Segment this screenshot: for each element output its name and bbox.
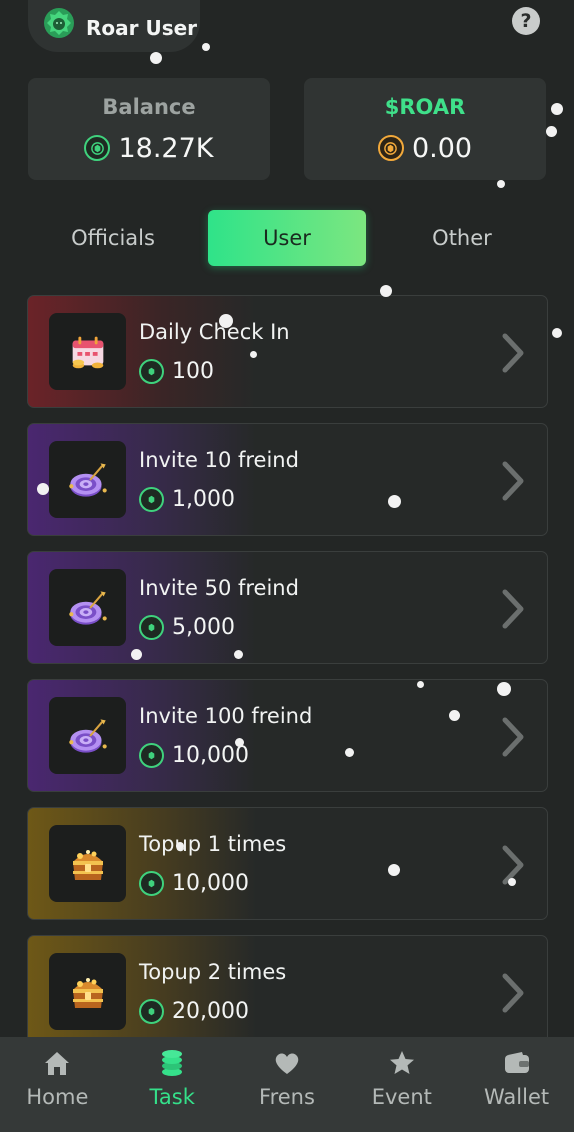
nav-wallet[interactable]: Wallet [459, 1037, 574, 1132]
roar-token-card: $ROAR 0.00 [304, 78, 546, 180]
snow-dot [497, 180, 505, 188]
chevron-right-icon [502, 333, 524, 373]
nav-event[interactable]: Event [344, 1037, 459, 1132]
snow-dot [380, 285, 392, 297]
task-title: Daily Check In [139, 320, 290, 344]
task-reward: 10,000 [139, 871, 249, 896]
snow-dot [497, 682, 511, 696]
task-list: Daily Check In 100 Invite 10 freind 1,00… [27, 295, 548, 1063]
roar-point-coin-icon [84, 135, 111, 161]
coins-stack-icon [157, 1049, 187, 1077]
task-title: Invite 50 freind [139, 576, 299, 600]
tab-user[interactable]: User [208, 210, 366, 266]
roar-point-coin-icon [139, 871, 164, 896]
snow-dot [219, 314, 233, 328]
chevron-right-icon [502, 973, 524, 1013]
snow-dot [508, 878, 516, 886]
task-reward: 10,000 [139, 743, 249, 768]
task-page: Roar User ? Balance 18.27K $ROAR 0.00 Of… [0, 0, 574, 1132]
snow-dot [388, 495, 401, 508]
task-card-invite-10[interactable]: Invite 10 freind 1,000 [27, 423, 548, 536]
task-card-invite-100[interactable]: Invite 100 freind 10,000 [27, 679, 548, 792]
chevron-right-icon [502, 589, 524, 629]
task-card-topup-1[interactable]: Topup 1 times 10,000 [27, 807, 548, 920]
tab-other[interactable]: Other [378, 210, 546, 266]
target-darts-icon [49, 441, 126, 518]
task-reward: 1,000 [139, 487, 235, 512]
star-icon [387, 1049, 417, 1077]
roar-token-coin-icon [377, 135, 404, 161]
snow-dot [388, 864, 400, 876]
balance-card: Balance 18.27K [28, 78, 270, 180]
treasure-chest-icon [49, 825, 126, 902]
nav-label: Frens [259, 1085, 315, 1109]
task-reward-value: 100 [172, 359, 214, 384]
snow-dot [202, 43, 210, 51]
task-reward-value: 20,000 [172, 999, 249, 1024]
task-reward-value: 10,000 [172, 871, 249, 896]
user-name: Roar User [86, 16, 198, 40]
snow-dot [345, 748, 354, 757]
balance-value: 18.27K [118, 132, 214, 164]
task-title: Invite 100 freind [139, 704, 313, 728]
snow-dot [552, 328, 562, 338]
task-reward-value: 5,000 [172, 615, 235, 640]
wallet-icon [502, 1049, 532, 1077]
tab-officials[interactable]: Officials [28, 210, 198, 266]
roar-point-coin-icon [139, 487, 164, 512]
snow-dot [250, 351, 257, 358]
task-reward-value: 1,000 [172, 487, 235, 512]
task-card-daily-check-in[interactable]: Daily Check In 100 [27, 295, 548, 408]
snow-dot [449, 710, 460, 721]
roar-point-coin-icon [139, 615, 164, 640]
task-title: Topup 2 times [139, 960, 287, 984]
snow-dot [235, 738, 244, 747]
nav-label: Event [371, 1085, 432, 1109]
snow-dot [546, 126, 557, 137]
calendar-gift-icon [49, 313, 126, 390]
nav-label: Task [149, 1085, 195, 1109]
chevron-right-icon [502, 717, 524, 757]
snow-dot [417, 681, 424, 688]
task-title: Topup 1 times [139, 832, 287, 856]
task-title: Invite 10 freind [139, 448, 299, 472]
snow-dot [37, 483, 49, 495]
nav-home[interactable]: Home [0, 1037, 115, 1132]
nav-label: Home [26, 1085, 89, 1109]
task-card-invite-50[interactable]: Invite 50 freind 5,000 [27, 551, 548, 664]
target-darts-icon [49, 569, 126, 646]
chevron-right-icon [502, 461, 524, 501]
roar-point-coin-icon [139, 743, 164, 768]
roar-point-coin-icon [139, 359, 164, 384]
nav-task[interactable]: Task [115, 1037, 230, 1132]
heart-icon [272, 1049, 302, 1077]
nav-label: Wallet [484, 1085, 550, 1109]
snow-dot [551, 103, 563, 115]
snow-dot [150, 52, 162, 64]
roar-point-coin-icon [139, 999, 164, 1024]
treasure-chest-icon [49, 953, 126, 1030]
roar-token-label: $ROAR [384, 94, 466, 119]
target-darts-icon [49, 697, 126, 774]
lion-logo-icon [42, 6, 76, 40]
balance-label: Balance [102, 94, 196, 119]
task-card-topup-2[interactable]: Topup 2 times 20,000 [27, 935, 548, 1048]
help-button[interactable]: ? [512, 7, 540, 35]
task-reward: 100 [139, 359, 214, 384]
snow-dot [131, 649, 142, 660]
roar-token-value: 0.00 [411, 132, 473, 164]
task-reward: 20,000 [139, 999, 249, 1024]
user-profile-pill[interactable]: Roar User [28, 0, 200, 52]
nav-frens[interactable]: Frens [230, 1037, 345, 1132]
task-reward: 5,000 [139, 615, 235, 640]
snow-dot [176, 842, 184, 850]
snow-dot [234, 650, 243, 659]
home-icon [42, 1049, 72, 1077]
bottom-navigation: Home Task Frens Event Wallet [0, 1037, 574, 1132]
task-category-tabs: Officials User Other [28, 210, 546, 268]
